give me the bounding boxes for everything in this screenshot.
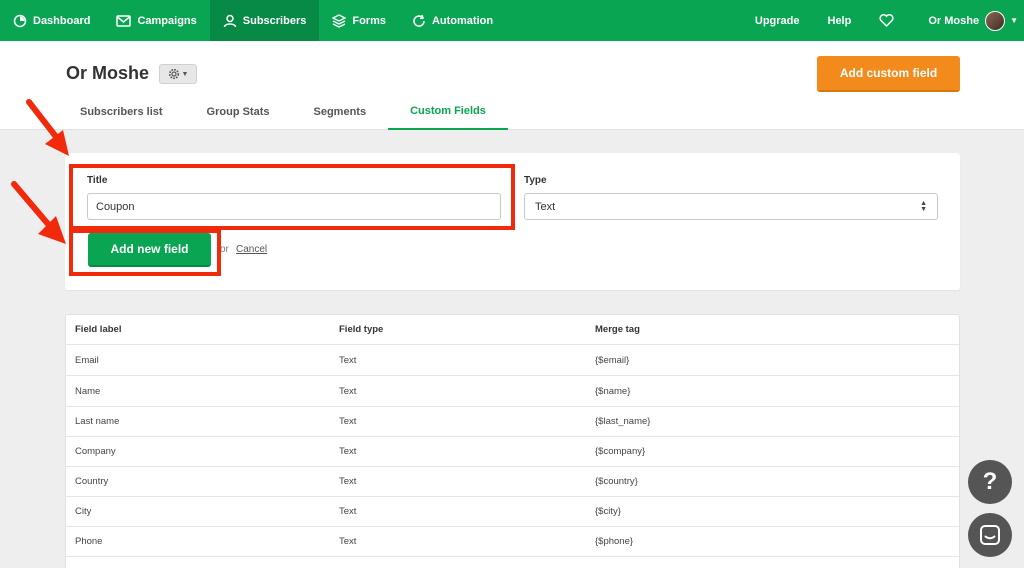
field-label-cell: Last name <box>75 415 120 427</box>
field-label-cell: Country <box>75 475 109 487</box>
table-row[interactable]: Phone Text {$phone} <box>66 526 959 557</box>
nav-automation[interactable]: Automation <box>399 0 506 41</box>
table-row[interactable]: Last name Text {$last_name} <box>66 406 959 437</box>
tab-segments[interactable]: Segments <box>292 93 389 130</box>
gear-icon <box>168 68 179 80</box>
nav-campaigns-label: Campaigns <box>137 14 197 27</box>
field-label-cell: Company <box>75 445 116 457</box>
cancel-link[interactable]: Cancel <box>236 244 267 255</box>
new-field-form <box>65 153 960 290</box>
merge-tag-cell: {$city} <box>595 505 621 517</box>
merge-tag-cell: {$email} <box>595 354 630 366</box>
merge-tag-cell: {$name} <box>595 385 631 397</box>
nav-subscribers-label: Subscribers <box>242 14 307 27</box>
title-input[interactable] <box>87 193 501 220</box>
user-name: Or Moshe <box>928 14 980 27</box>
tab-group-stats[interactable]: Group Stats <box>185 93 292 130</box>
field-type-cell: Text <box>339 535 357 547</box>
chat-button[interactable] <box>968 513 1012 557</box>
field-type-cell: Text <box>339 445 357 457</box>
settings-dropdown-button[interactable]: ▼ <box>159 64 197 84</box>
table-row[interactable]: Company Text {$company} <box>66 436 959 467</box>
field-label-cell: Email <box>75 354 99 366</box>
nav-forms[interactable]: Forms <box>319 0 399 41</box>
table-header-row: Field label Field type Merge tag <box>66 315 959 345</box>
nav-automation-label: Automation <box>431 14 494 27</box>
type-label: Type <box>524 175 547 186</box>
nav-right: Upgrade Help Or Moshe ▼ <box>741 0 1024 41</box>
nav-favorites[interactable] <box>865 0 914 41</box>
add-custom-field-button[interactable]: Add custom field <box>817 56 960 92</box>
add-new-field-button[interactable]: Add new field <box>88 233 211 267</box>
mail-icon <box>116 14 132 27</box>
chevron-down-icon: ▼ <box>181 70 189 78</box>
merge-tag-cell: {$last_name} <box>595 415 651 427</box>
table-row[interactable] <box>66 557 959 568</box>
merge-tag-cell: {$country} <box>595 475 638 487</box>
refresh-icon <box>413 14 425 27</box>
merge-tag-cell: {$phone} <box>595 535 634 547</box>
avatar <box>985 10 1006 31</box>
heart-icon <box>879 14 894 27</box>
select-arrows-icon: ▲ ▼ <box>920 199 927 213</box>
page-header: Or Moshe ▼ Add custom field Subscribers … <box>0 41 1024 130</box>
table-row[interactable]: Email Text {$email} <box>66 345 959 376</box>
nav-subscribers[interactable]: Subscribers <box>209 0 320 41</box>
column-header: Merge tag <box>595 324 640 335</box>
field-type-cell: Text <box>339 385 357 397</box>
page-title: Or Moshe <box>66 63 150 83</box>
type-select[interactable]: Text ▲ ▼ <box>524 193 938 220</box>
table-row[interactable]: Country Text {$country} <box>66 466 959 497</box>
column-header: Field type <box>339 324 384 335</box>
nav-dashboard[interactable]: Dashboard <box>0 0 103 41</box>
field-type-cell: Text <box>339 415 357 427</box>
help-button[interactable]: ? <box>968 460 1012 504</box>
field-type-cell: Text <box>339 505 357 517</box>
top-nav: Dashboard Campaigns Subscribers Forms Au… <box>0 0 1024 41</box>
arrow-annotation-2 <box>11 181 66 244</box>
nav-campaigns[interactable]: Campaigns <box>103 0 209 41</box>
table-row[interactable]: City Text {$city} <box>66 496 959 527</box>
field-type-cell: Text <box>339 475 357 487</box>
custom-fields-table: Field label Field type Merge tag Email T… <box>65 314 960 568</box>
merge-tag-cell: {$company} <box>595 445 646 457</box>
chat-icon <box>980 525 1000 545</box>
layers-icon <box>332 13 347 28</box>
tab-custom-fields[interactable]: Custom Fields <box>388 93 508 130</box>
nav-dashboard-label: Dashboard <box>33 14 91 27</box>
type-select-value: Text <box>535 200 556 213</box>
nav-help[interactable]: Help <box>814 0 866 41</box>
field-label-cell: Name <box>75 385 101 397</box>
or-text: or <box>220 244 229 255</box>
dashboard-icon <box>13 14 27 27</box>
column-header: Field label <box>75 324 122 335</box>
title-label: Title <box>87 175 108 186</box>
field-label-cell: Phone <box>75 535 103 547</box>
nav-user-menu[interactable]: Or Moshe ▼ <box>914 0 1024 41</box>
table-row[interactable]: Name Text {$name} <box>66 376 959 407</box>
nav-upgrade[interactable]: Upgrade <box>741 0 814 41</box>
nav-forms-label: Forms <box>352 14 386 27</box>
user-icon <box>223 14 237 27</box>
field-label-cell: City <box>75 505 92 517</box>
tab-subscribers-list[interactable]: Subscribers list <box>58 93 185 130</box>
chevron-down-icon: ▼ <box>1010 16 1018 25</box>
tabs: Subscribers list Group Stats Segments Cu… <box>58 93 508 130</box>
field-type-cell: Text <box>339 354 357 366</box>
